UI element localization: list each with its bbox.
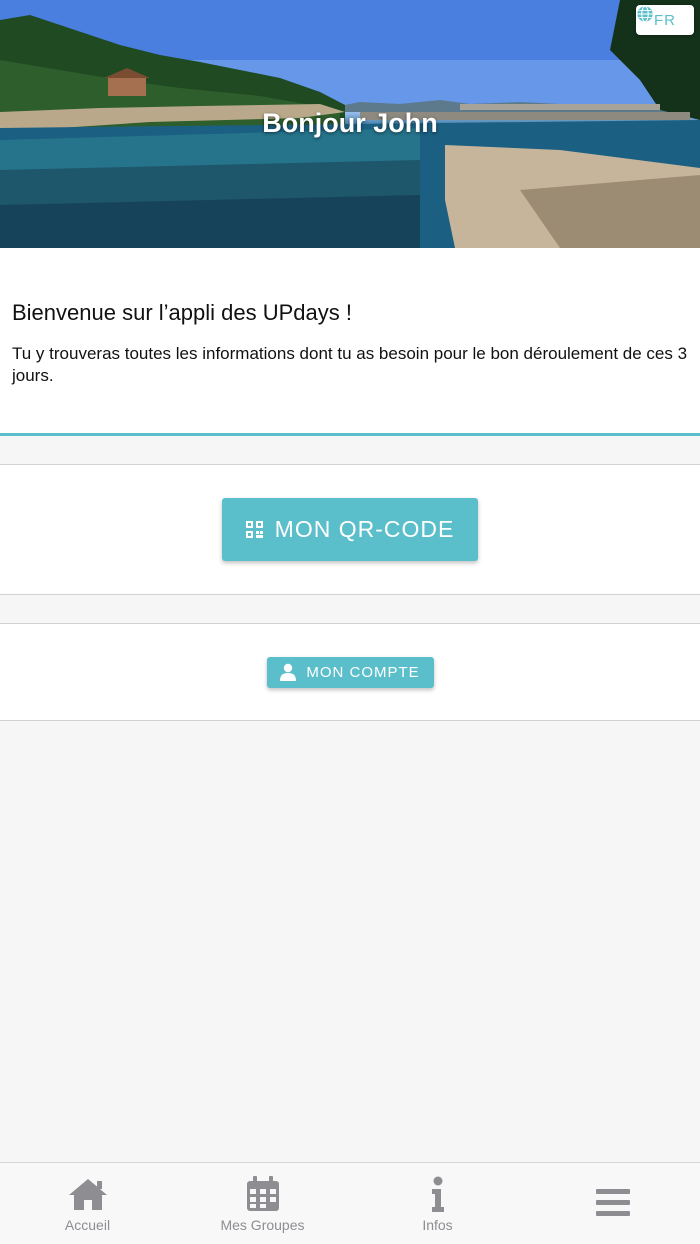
user-icon [280,663,297,681]
nav-item-menu[interactable] [525,1163,700,1244]
account-button[interactable]: MON COMPTE [266,656,434,688]
info-icon [429,1175,447,1213]
welcome-text: Tu y trouveras toutes les informations d… [12,344,688,385]
language-label: FR [654,11,676,29]
header-banner: Bonjour John FR [0,0,700,248]
calendar-icon [246,1175,280,1213]
nav-item-infos[interactable]: Infos [350,1163,525,1244]
nav-label-mes-groupes: Mes Groupes [220,1217,305,1233]
qr-code-button[interactable]: MON QR-CODE [222,498,478,561]
nav-label-accueil: Accueil [64,1217,111,1233]
nav-item-accueil[interactable]: Accueil [0,1163,175,1244]
welcome-card: Bienvenue sur l’appli des UPdays ! Tu y … [0,248,700,436]
nav-label-infos: Infos [422,1217,453,1233]
menu-icon [595,1175,630,1231]
home-icon [67,1175,109,1213]
qr-code-label: MON QR-CODE [274,516,455,542]
language-button[interactable]: FR [636,5,694,35]
account-card: MON COMPTE [0,623,700,721]
account-label: MON COMPTE [306,663,420,681]
nav-item-mes-groupes[interactable]: Mes Groupes [175,1163,350,1244]
qr-code-card: MON QR-CODE [0,464,700,595]
globe-icon [637,5,653,23]
welcome-title: Bienvenue sur l’appli des UPdays ! [12,300,352,325]
qr-code-icon [245,521,263,538]
greeting-title: Bonjour John [262,108,438,138]
bottom-navigation: Accueil Mes Groupes Infos [0,1162,700,1244]
